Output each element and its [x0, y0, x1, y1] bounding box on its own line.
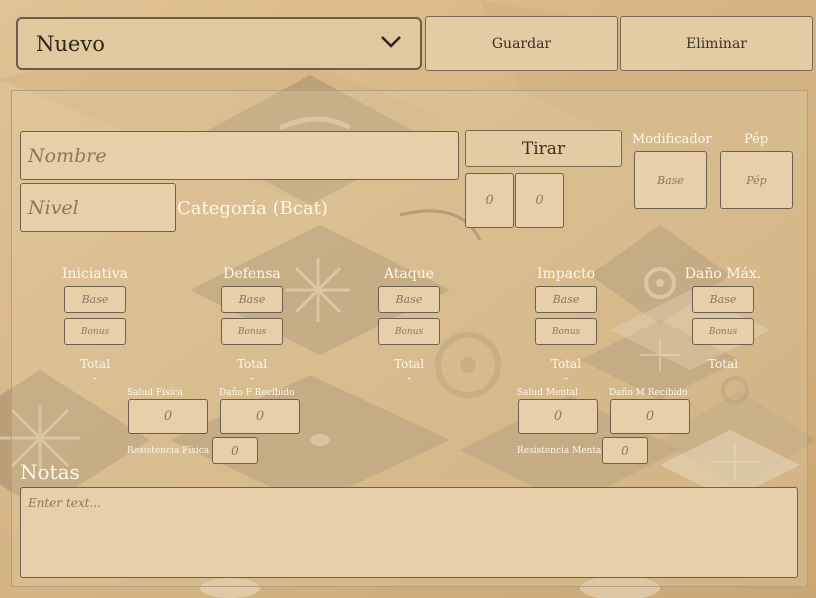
stat-base-impacto[interactable]: Base: [535, 286, 597, 313]
pep-placeholder: Pép: [746, 173, 767, 187]
physical-damage-field[interactable]: 0: [220, 399, 300, 434]
stat-base-ataque[interactable]: Base: [378, 286, 440, 313]
mental-health-value: 0: [553, 409, 563, 424]
character-select[interactable]: Nuevo: [16, 17, 422, 70]
stat-base-placeholder: Base: [81, 293, 109, 306]
roll-result-2-value: 0: [535, 193, 544, 208]
stat-base-placeholder: Base: [395, 293, 423, 306]
stat-total-label-dano-max: Total: [707, 357, 739, 371]
level-placeholder: Nivel: [28, 196, 79, 219]
mental-health-label: Salud Mental: [517, 388, 579, 398]
mental-resistance-value: 0: [621, 443, 629, 458]
stat-base-defensa[interactable]: Base: [221, 286, 283, 313]
roll-result-1-value: 0: [485, 193, 494, 208]
stat-bonus-placeholder: Bonus: [708, 326, 738, 337]
stat-base-dano-max[interactable]: Base: [692, 286, 754, 313]
category-label: Categoría (Bcat): [177, 198, 328, 219]
stat-bonus-placeholder: Bonus: [237, 326, 267, 337]
name-field[interactable]: Nombre: [20, 131, 459, 180]
physical-health-label: Salud Física: [127, 388, 183, 398]
modifier-placeholder: Base: [657, 173, 684, 187]
physical-resistance-field[interactable]: 0: [212, 437, 258, 464]
notes-textarea[interactable]: Enter text...: [20, 487, 798, 578]
physical-resistance-value: 0: [231, 443, 239, 458]
roll-result-2[interactable]: 0: [515, 173, 564, 228]
stat-base-placeholder: Base: [238, 293, 266, 306]
stat-label-defensa: Defensa: [223, 266, 281, 282]
pep-field[interactable]: Pép: [720, 151, 793, 209]
stat-total-label-iniciativa: Total: [79, 357, 111, 371]
notes-placeholder: Enter text...: [28, 496, 101, 510]
stat-base-iniciativa[interactable]: Base: [64, 286, 126, 313]
delete-button[interactable]: Eliminar: [620, 16, 813, 71]
stat-total-label-defensa: Total: [236, 357, 268, 371]
physical-resistance-label: Resistencia Física: [127, 446, 210, 456]
stat-total-label-impacto: Total: [550, 357, 582, 371]
physical-health-value: 0: [163, 409, 173, 424]
level-field[interactable]: Nivel: [20, 183, 176, 232]
notes-title: Notas: [20, 460, 80, 484]
stat-bonus-placeholder: Bonus: [80, 326, 110, 337]
save-button[interactable]: Guardar: [425, 16, 618, 71]
stat-bonus-dano-max[interactable]: Bonus: [692, 318, 754, 345]
physical-health-field[interactable]: 0: [128, 399, 208, 434]
physical-damage-label: Daño F Recibido: [219, 388, 295, 398]
stat-total-value-defensa: -: [249, 371, 255, 385]
mental-resistance-field[interactable]: 0: [602, 437, 648, 464]
mental-resistance-label: Resistencia Mental: [517, 446, 605, 456]
modifier-label: Modificador: [632, 132, 712, 147]
pep-label: Pép: [744, 132, 769, 147]
modifier-field[interactable]: Base: [634, 151, 707, 209]
stat-total-label-ataque: Total: [393, 357, 425, 371]
mental-damage-field[interactable]: 0: [610, 399, 690, 434]
stat-label-dano-max: Daño Máx.: [684, 266, 762, 282]
roll-result-1[interactable]: 0: [465, 173, 514, 228]
roll-button[interactable]: Tirar: [465, 130, 622, 167]
stat-bonus-ataque[interactable]: Bonus: [378, 318, 440, 345]
stat-label-impacto: Impacto: [536, 266, 595, 282]
mental-health-field[interactable]: 0: [518, 399, 598, 434]
mental-damage-label: Daño M Recibido: [609, 388, 688, 398]
stat-label-ataque: Ataque: [383, 266, 435, 282]
stat-label-iniciativa: Iniciativa: [61, 266, 129, 282]
mental-damage-value: 0: [645, 409, 655, 424]
physical-damage-value: 0: [255, 409, 265, 424]
stat-bonus-impacto[interactable]: Bonus: [535, 318, 597, 345]
stat-total-value-ataque: -: [406, 371, 412, 385]
stat-bonus-placeholder: Bonus: [394, 326, 424, 337]
stat-base-placeholder: Base: [709, 293, 737, 306]
chevron-down-icon: [380, 34, 402, 53]
stat-total-value-impacto: -: [563, 371, 569, 385]
character-select-value: Nuevo: [36, 31, 105, 56]
stat-total-value-iniciativa: -: [92, 371, 98, 385]
stat-bonus-defensa[interactable]: Bonus: [221, 318, 283, 345]
stat-base-placeholder: Base: [552, 293, 580, 306]
stat-bonus-iniciativa[interactable]: Bonus: [64, 318, 126, 345]
name-placeholder: Nombre: [28, 144, 107, 167]
stat-bonus-placeholder: Bonus: [551, 326, 581, 337]
